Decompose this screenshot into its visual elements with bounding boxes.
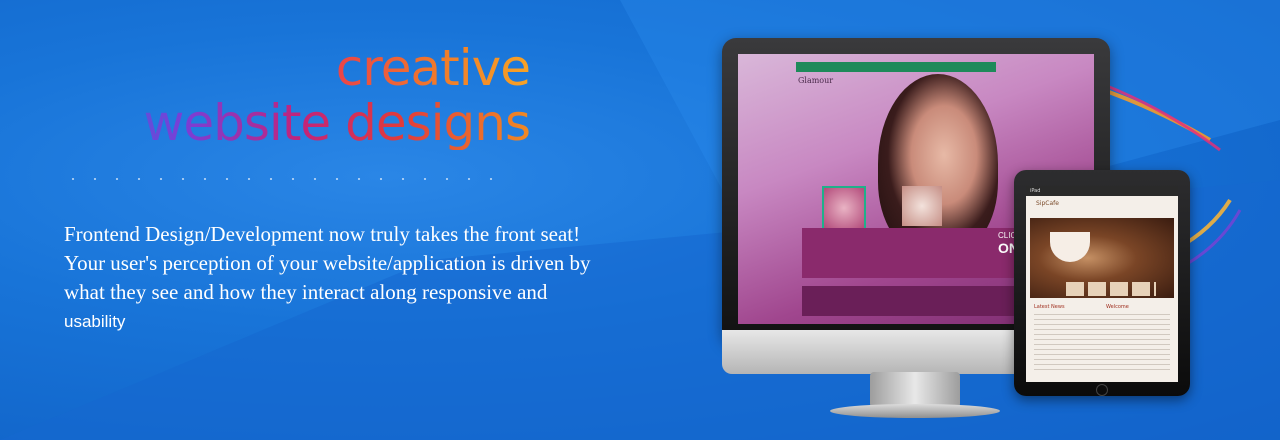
- tablet-body-text: [1034, 314, 1170, 374]
- product-thumbnails: [1066, 282, 1156, 296]
- tablet-site-brand: SipCafe: [1036, 200, 1059, 207]
- tablet-status-label: iPad: [1030, 188, 1041, 194]
- site-thumbnail-1: [822, 186, 866, 230]
- dotted-divider: [62, 178, 502, 180]
- site-nav-bar: [796, 62, 996, 72]
- tablet-section-left: Latest News: [1034, 304, 1065, 310]
- monitor-stand-base: [830, 404, 1000, 418]
- tagline-line-2: Your user's perception of your website/a…: [64, 251, 591, 275]
- tablet-home-button: [1096, 384, 1108, 396]
- headline-line-1: creative: [70, 40, 531, 96]
- tagline-line-3: what they see and how they interact alon…: [64, 280, 548, 304]
- tagline-line-4: usability: [64, 312, 126, 331]
- tablet-screen: iPad SipCafe Latest News Welcome: [1026, 186, 1178, 382]
- headline-line-2: website designs: [70, 96, 531, 150]
- tagline: Frontend Design/Development now truly ta…: [64, 220, 714, 336]
- site-logo: Glamour: [798, 76, 834, 85]
- site-thumbnail-2: [902, 186, 942, 226]
- model-portrait-image: [878, 74, 998, 254]
- tagline-line-1: Frontend Design/Development now truly ta…: [64, 222, 581, 246]
- tablet-section-right: Welcome: [1106, 304, 1129, 310]
- monitor-stand: [870, 372, 960, 408]
- tablet-device: iPad SipCafe Latest News Welcome: [1014, 170, 1190, 396]
- tablet-status-bar: iPad: [1026, 186, 1178, 196]
- headline: creative website designs: [70, 40, 531, 150]
- hero-banner: creative website designs Frontend Design…: [0, 0, 1280, 440]
